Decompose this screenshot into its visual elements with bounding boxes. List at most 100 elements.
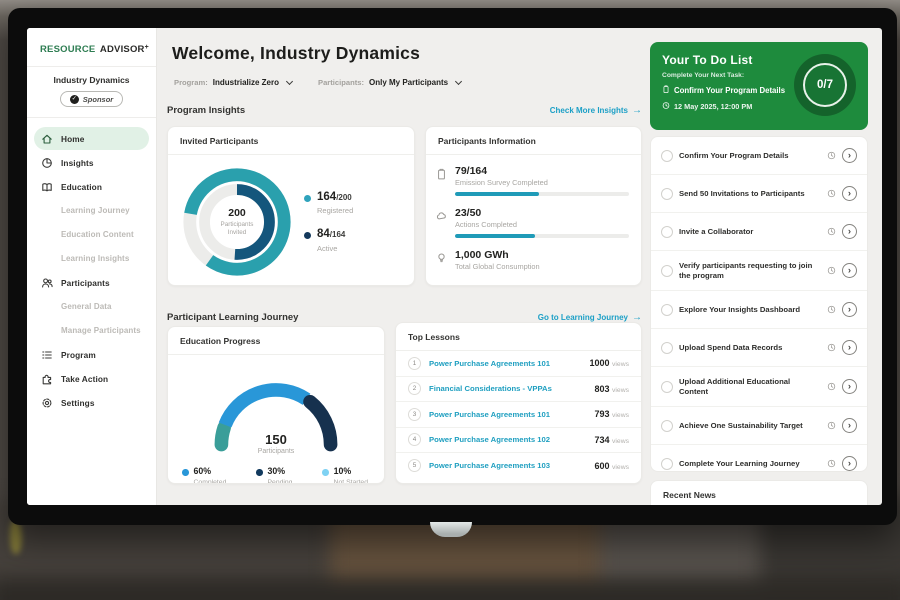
- sidebar-item-take-action[interactable]: Take Action: [34, 367, 149, 390]
- chevron-down-icon: [455, 77, 462, 84]
- top-lessons-card: Top Lessons 1 Power Purchase Agreements …: [395, 322, 642, 484]
- sidebar-item-label: Education Content: [61, 230, 134, 239]
- task-item[interactable]: Confirm Your Program Details ›: [651, 137, 867, 175]
- program-dropdown[interactable]: Program: Industrialize Zero: [174, 78, 292, 87]
- home-icon: [41, 133, 53, 145]
- legend-item: 10%Not Started: [322, 467, 368, 484]
- clock-icon: [827, 223, 836, 241]
- sidebar-item-program[interactable]: Program: [34, 343, 149, 366]
- sidebar-item-learning-journey[interactable]: Learning Journey: [34, 199, 149, 222]
- card-title: Education Progress: [168, 327, 384, 355]
- card-title: Top Lessons: [396, 323, 641, 351]
- invited-donut-chart: 200 Participants Invited: [178, 163, 296, 281]
- sidebar-item-education-content[interactable]: Education Content: [34, 223, 149, 246]
- clock-icon: [827, 378, 836, 396]
- lesson-title-link[interactable]: Power Purchase Agreements 101: [429, 410, 586, 419]
- task-chevron-button[interactable]: ›: [842, 302, 857, 317]
- task-checkbox[interactable]: [661, 342, 673, 354]
- task-chevron-button[interactable]: ›: [842, 224, 857, 239]
- sidebar: RESOURCE ADVISOR+ Industry Dynamics ✓ Sp…: [27, 28, 157, 505]
- legend-item: 30%Pending: [256, 467, 292, 484]
- task-chevron-button[interactable]: ›: [842, 340, 857, 355]
- sidebar-item-insights[interactable]: Insights: [34, 151, 149, 174]
- legend-item: 60%Completed: [182, 467, 226, 484]
- task-item[interactable]: Verify participants requesting to join t…: [651, 251, 867, 291]
- task-item[interactable]: Send 50 Invitations to Participants ›: [651, 175, 867, 213]
- lesson-title-link[interactable]: Financial Considerations - VPPAs: [429, 384, 586, 393]
- lesson-row[interactable]: 3 Power Purchase Agreements 101 793 view…: [396, 402, 641, 428]
- info-row: 1,000 GWh Total Global Consumption: [436, 249, 629, 271]
- link-label: Check More Insights: [550, 106, 628, 115]
- chevron-down-icon: [286, 77, 293, 84]
- legend-dot: [304, 195, 311, 202]
- lesson-title-link[interactable]: Power Purchase Agreements 101: [429, 359, 581, 368]
- card-title: Invited Participants: [168, 127, 414, 155]
- info-row: 23/50 Actions Completed: [436, 207, 629, 238]
- clock-icon: [827, 455, 836, 473]
- task-item[interactable]: Upload Additional Educational Content ›: [651, 367, 867, 407]
- participants-information-card: Participants Information 79/164 Emission…: [425, 126, 642, 286]
- task-item[interactable]: Explore Your Insights Dashboard ›: [651, 291, 867, 329]
- task-item[interactable]: Upload Spend Data Records ›: [651, 329, 867, 367]
- task-checkbox[interactable]: [661, 304, 673, 316]
- sidebar-item-home[interactable]: Home: [34, 127, 149, 150]
- lesson-row[interactable]: 4 Power Purchase Agreements 102 734 view…: [396, 428, 641, 454]
- task-chevron-button[interactable]: ›: [842, 456, 857, 471]
- task-chevron-button[interactable]: ›: [842, 418, 857, 433]
- gauge-center-label: Participants: [201, 448, 351, 455]
- task-checkbox[interactable]: [661, 458, 673, 470]
- task-checkbox[interactable]: [661, 265, 673, 277]
- task-item[interactable]: Complete Your Learning Journey ›: [651, 445, 867, 472]
- gauge-legend: 60%Completed 30%Pending 10%Not Started: [168, 455, 384, 484]
- task-chevron-button[interactable]: ›: [842, 379, 857, 394]
- todo-subtitle: Complete Your Next Task:: [662, 72, 794, 79]
- task-label: Complete Your Learning Journey: [679, 459, 821, 469]
- task-checkbox[interactable]: [661, 381, 673, 393]
- sidebar-menu: Home Insights Education Learning Journey…: [27, 118, 156, 414]
- sponsor-badge-icon: ✓: [70, 95, 79, 104]
- todo-progress-ring: 0/7: [794, 54, 856, 116]
- check-more-insights-link[interactable]: Check More Insights →: [550, 105, 642, 116]
- cloud-icon: [436, 207, 448, 238]
- task-label: Invite a Collaborator: [679, 227, 821, 237]
- participants-dropdown[interactable]: Participants: Only My Participants: [318, 78, 461, 87]
- donut-legend: 164/200 Registered 84/164 Active: [304, 192, 353, 253]
- donut-center-label: Participants Invited: [211, 221, 263, 237]
- sidebar-item-label: Insights: [61, 158, 94, 168]
- lesson-row[interactable]: 5 Power Purchase Agreements 103 600 view…: [396, 453, 641, 479]
- task-chevron-button[interactable]: ›: [842, 263, 857, 278]
- task-item[interactable]: Achieve One Sustainability Target ›: [651, 407, 867, 445]
- sidebar-item-label: Home: [61, 134, 84, 144]
- people-icon: [41, 277, 53, 289]
- sidebar-item-label: Learning Insights: [61, 254, 129, 263]
- task-chevron-button[interactable]: ›: [842, 148, 857, 163]
- lesson-row[interactable]: 2 Financial Considerations - VPPAs 803 v…: [396, 377, 641, 403]
- lesson-row[interactable]: 1 Power Purchase Agreements 101 1000 vie…: [396, 351, 641, 377]
- task-chevron-button[interactable]: ›: [842, 186, 857, 201]
- task-checkbox[interactable]: [661, 420, 673, 432]
- lesson-title-link[interactable]: Power Purchase Agreements 102: [429, 435, 586, 444]
- task-checkbox[interactable]: [661, 226, 673, 238]
- legend-dot: [322, 469, 329, 476]
- book-icon: [41, 181, 53, 193]
- program-label: Program:: [174, 78, 208, 87]
- clock-icon: [827, 301, 836, 319]
- lesson-rank: 5: [408, 459, 421, 472]
- legend-dot: [256, 469, 263, 476]
- task-checkbox[interactable]: [661, 150, 673, 162]
- sidebar-item-general-data[interactable]: General Data: [34, 295, 149, 318]
- sidebar-item-education[interactable]: Education: [34, 175, 149, 198]
- invited-participants-card: Invited Participants 200 Participants In…: [167, 126, 415, 286]
- card-title: Participants Information: [426, 127, 641, 155]
- lesson-title-link[interactable]: Power Purchase Agreements 103: [429, 461, 586, 470]
- arrow-right-icon: →: [632, 105, 642, 116]
- todo-due-date: 12 May 2025, 12:00 PM: [674, 102, 752, 111]
- sidebar-item-participants[interactable]: Participants: [34, 271, 149, 294]
- task-item[interactable]: Invite a Collaborator ›: [651, 213, 867, 251]
- sidebar-item-label: Education: [61, 182, 102, 192]
- sidebar-item-manage-participants[interactable]: Manage Participants: [34, 319, 149, 342]
- task-checkbox[interactable]: [661, 188, 673, 200]
- sidebar-item-settings[interactable]: Settings: [34, 391, 149, 414]
- sidebar-item-label: General Data: [61, 302, 112, 311]
- sidebar-item-learning-insights[interactable]: Learning Insights: [34, 247, 149, 270]
